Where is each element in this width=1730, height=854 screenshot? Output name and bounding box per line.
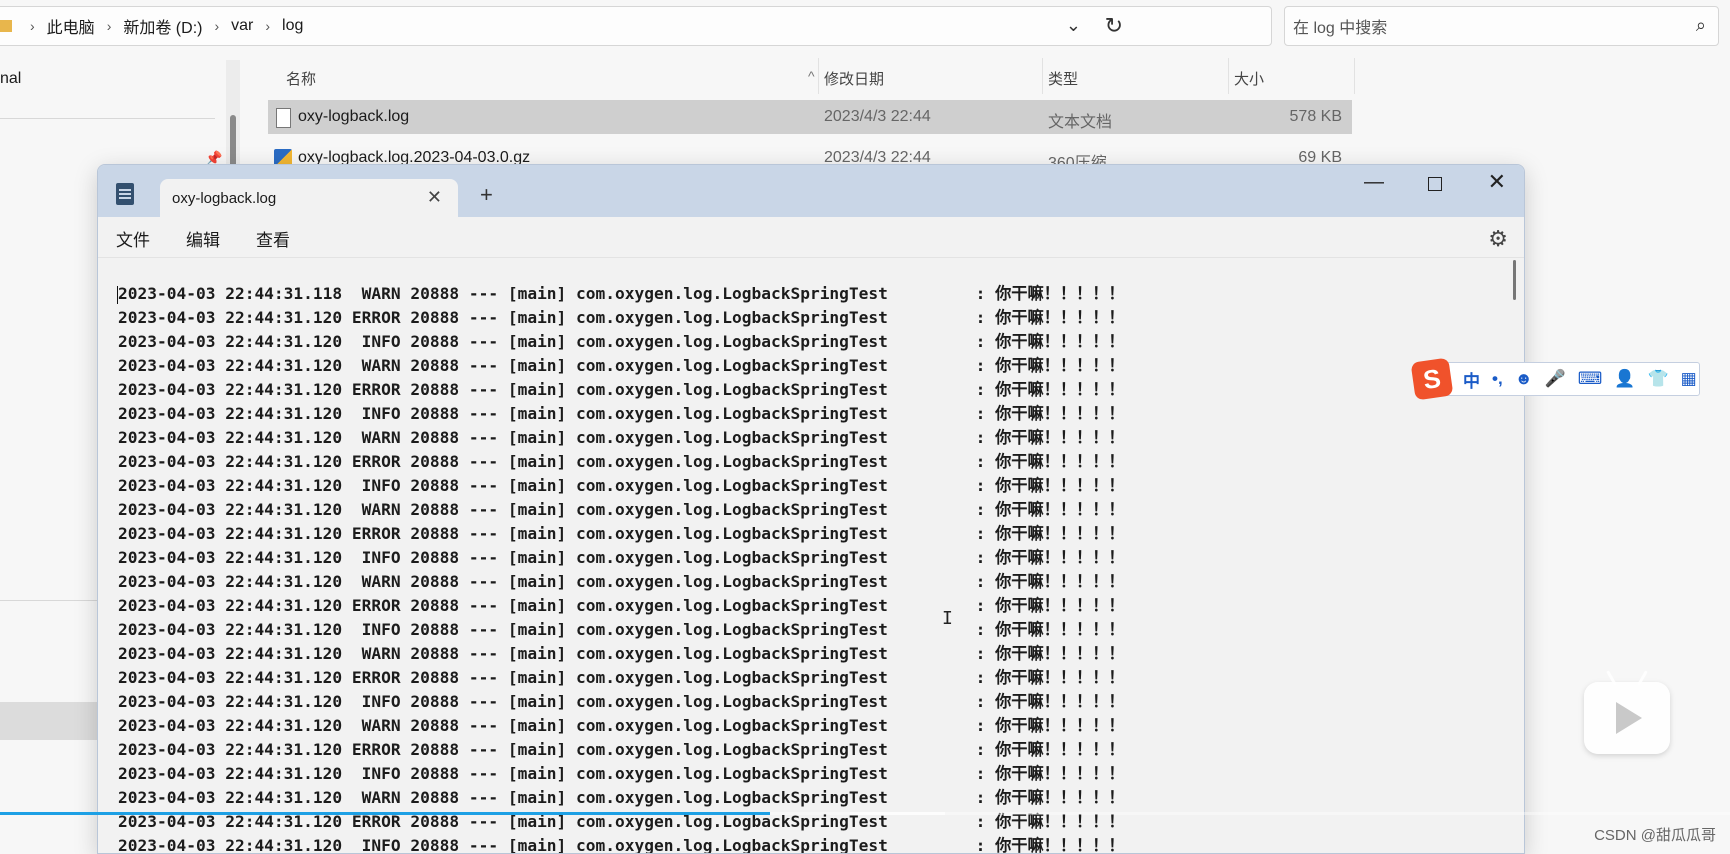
apps-grid-icon[interactable]: ▦ xyxy=(1681,369,1697,389)
video-play-button[interactable] xyxy=(1584,682,1670,754)
breadcrumb-var[interactable]: var xyxy=(231,17,253,35)
user-icon[interactable]: 👤 xyxy=(1614,369,1635,389)
menu-file[interactable]: 文件 xyxy=(116,226,150,251)
nav-divider xyxy=(0,118,215,119)
column-header-modified[interactable]: 修改日期 xyxy=(824,68,884,89)
ibeam-cursor-icon: I xyxy=(942,608,953,629)
log-line: 2023-04-03 22:44:31.118 WARN 20888 --- [… xyxy=(118,284,1125,303)
log-line: 2023-04-03 22:44:31.120 ERROR 20888 --- … xyxy=(118,596,1125,615)
log-line: 2023-04-03 22:44:31.120 ERROR 20888 --- … xyxy=(118,452,1125,471)
close-window-icon[interactable]: ✕ xyxy=(1488,169,1506,195)
log-line: 2023-04-03 22:44:31.120 INFO 20888 --- [… xyxy=(118,332,1125,351)
notepad-window: oxy-logback.log ✕ + — ✕ 文件 编辑 查看 ⚙ 2023-… xyxy=(97,164,1525,854)
log-line: 2023-04-03 22:44:31.120 ERROR 20888 --- … xyxy=(118,740,1125,759)
settings-gear-icon[interactable]: ⚙ xyxy=(1488,226,1508,252)
log-line: 2023-04-03 22:44:31.120 INFO 20888 --- [… xyxy=(118,476,1125,495)
log-line: 2023-04-03 22:44:31.120 ERROR 20888 --- … xyxy=(118,668,1125,687)
menu-view[interactable]: 查看 xyxy=(256,226,290,251)
log-line: 2023-04-03 22:44:31.120 WARN 20888 --- [… xyxy=(118,716,1125,735)
notepad-text-area[interactable]: 2023-04-03 22:44:31.118 WARN 20888 --- [… xyxy=(98,257,1524,854)
log-line: 2023-04-03 22:44:31.120 INFO 20888 --- [… xyxy=(118,620,1125,639)
notepad-menu-bar: 文件 编辑 查看 ⚙ xyxy=(98,217,1524,257)
column-header-type[interactable]: 类型 xyxy=(1048,68,1078,89)
log-text[interactable]: 2023-04-03 22:44:31.118 WARN 20888 --- [… xyxy=(118,282,1125,854)
log-line: 2023-04-03 22:44:31.120 INFO 20888 --- [… xyxy=(118,548,1125,567)
new-tab-button[interactable]: + xyxy=(480,182,493,208)
nav-item-personal[interactable]: nal xyxy=(0,70,21,88)
breadcrumb-separator-icon: › xyxy=(106,18,112,34)
file-list-header: ^ 名称 修改日期 类型 大小 xyxy=(268,58,1358,94)
folder-icon xyxy=(0,20,12,32)
tab-close-icon[interactable]: ✕ xyxy=(427,187,442,208)
column-divider[interactable] xyxy=(1228,58,1229,94)
column-header-name[interactable]: 名称 xyxy=(286,68,316,89)
log-line: 2023-04-03 22:44:31.120 INFO 20888 --- [… xyxy=(118,692,1125,711)
log-line: 2023-04-03 22:44:31.120 INFO 20888 --- [… xyxy=(118,404,1125,423)
sort-ascending-icon: ^ xyxy=(808,68,815,84)
file-name: oxy-logback.log xyxy=(298,108,410,125)
ime-chinese-mode[interactable]: 中 xyxy=(1463,367,1480,392)
refresh-icon[interactable]: ↻ xyxy=(1105,13,1123,39)
punctuation-icon[interactable]: •, xyxy=(1492,369,1503,389)
breadcrumb-separator-icon: › xyxy=(30,18,35,34)
ime-toolbar[interactable]: S 中 •, ☻ 🎤 ⌨ 👤 👕 ▦ xyxy=(1410,357,1700,401)
log-line: 2023-04-03 22:44:31.120 WARN 20888 --- [… xyxy=(118,428,1125,447)
search-placeholder: 在 log 中搜索 xyxy=(1293,20,1388,37)
file-type: 文本文档 xyxy=(1048,114,1113,131)
menu-edit[interactable]: 编辑 xyxy=(186,226,220,251)
log-line: 2023-04-03 22:44:31.120 WARN 20888 --- [… xyxy=(118,356,1125,375)
play-icon xyxy=(1616,702,1642,734)
text-scrollbar-thumb[interactable] xyxy=(1513,260,1516,300)
keyboard-icon[interactable]: ⌨ xyxy=(1578,369,1603,389)
notepad-title-bar[interactable]: oxy-logback.log ✕ + — ✕ xyxy=(98,165,1524,217)
log-line: 2023-04-03 22:44:31.120 ERROR 20888 --- … xyxy=(118,308,1125,327)
video-progress-fill xyxy=(0,812,770,815)
breadcrumb-separator-icon: › xyxy=(265,18,271,34)
text-caret xyxy=(117,286,118,304)
file-row[interactable]: oxy-logback.log 2023/4/3 22:44 文本文档 578 … xyxy=(268,100,1352,134)
microphone-icon[interactable]: 🎤 xyxy=(1545,369,1566,389)
search-icon[interactable]: ⌕ xyxy=(1696,15,1706,36)
breadcrumb-separator-icon: › xyxy=(214,18,220,34)
skin-shirt-icon[interactable]: 👕 xyxy=(1647,369,1668,389)
text-file-icon xyxy=(276,108,291,128)
log-line: 2023-04-03 22:44:31.120 WARN 20888 --- [… xyxy=(118,788,1125,807)
emoji-icon[interactable]: ☻ xyxy=(1515,369,1533,389)
tab-label: oxy-logback.log xyxy=(172,190,277,207)
watermark: CSDN @甜瓜瓜哥 xyxy=(1594,827,1716,844)
log-line: 2023-04-03 22:44:31.120 WARN 20888 --- [… xyxy=(118,572,1125,591)
log-line: 2023-04-03 22:44:31.120 INFO 20888 --- [… xyxy=(118,764,1125,783)
log-line: 2023-04-03 22:44:31.120 ERROR 20888 --- … xyxy=(118,524,1125,543)
breadcrumb-this-pc[interactable]: 此电脑 xyxy=(47,14,95,38)
video-buffer-indicator xyxy=(850,812,945,815)
address-bar[interactable]: › 此电脑 › 新加卷 (D:) › var › log ⌄ ↻ xyxy=(0,6,1272,46)
tab-oxy-logback-log[interactable]: oxy-logback.log ✕ xyxy=(160,179,458,217)
log-line: 2023-04-03 22:44:31.120 WARN 20888 --- [… xyxy=(118,644,1125,663)
column-divider[interactable] xyxy=(1354,58,1355,94)
log-line: 2023-04-03 22:44:31.120 WARN 20888 --- [… xyxy=(118,500,1125,519)
minimize-icon[interactable]: — xyxy=(1364,171,1384,194)
log-line: 2023-04-03 22:44:31.120 INFO 20888 --- [… xyxy=(118,836,1125,854)
breadcrumb-drive-d[interactable]: 新加卷 (D:) xyxy=(123,14,202,38)
video-progress-bar[interactable] xyxy=(0,812,1730,815)
sogou-logo-icon[interactable]: S xyxy=(1410,357,1454,401)
address-history-chevron-icon[interactable]: ⌄ xyxy=(1066,15,1081,36)
maximize-icon[interactable] xyxy=(1428,177,1442,191)
file-size: 578 KB xyxy=(1289,108,1342,125)
search-input[interactable]: 在 log 中搜索 ⌕ xyxy=(1284,6,1719,46)
column-divider[interactable] xyxy=(1042,58,1043,94)
breadcrumb-log[interactable]: log xyxy=(282,17,303,35)
file-modified: 2023/4/3 22:44 xyxy=(824,108,931,125)
column-header-size[interactable]: 大小 xyxy=(1234,68,1264,89)
notepad-app-icon xyxy=(116,183,134,205)
log-line: 2023-04-03 22:44:31.120 ERROR 20888 --- … xyxy=(118,380,1125,399)
column-divider[interactable] xyxy=(818,58,819,94)
